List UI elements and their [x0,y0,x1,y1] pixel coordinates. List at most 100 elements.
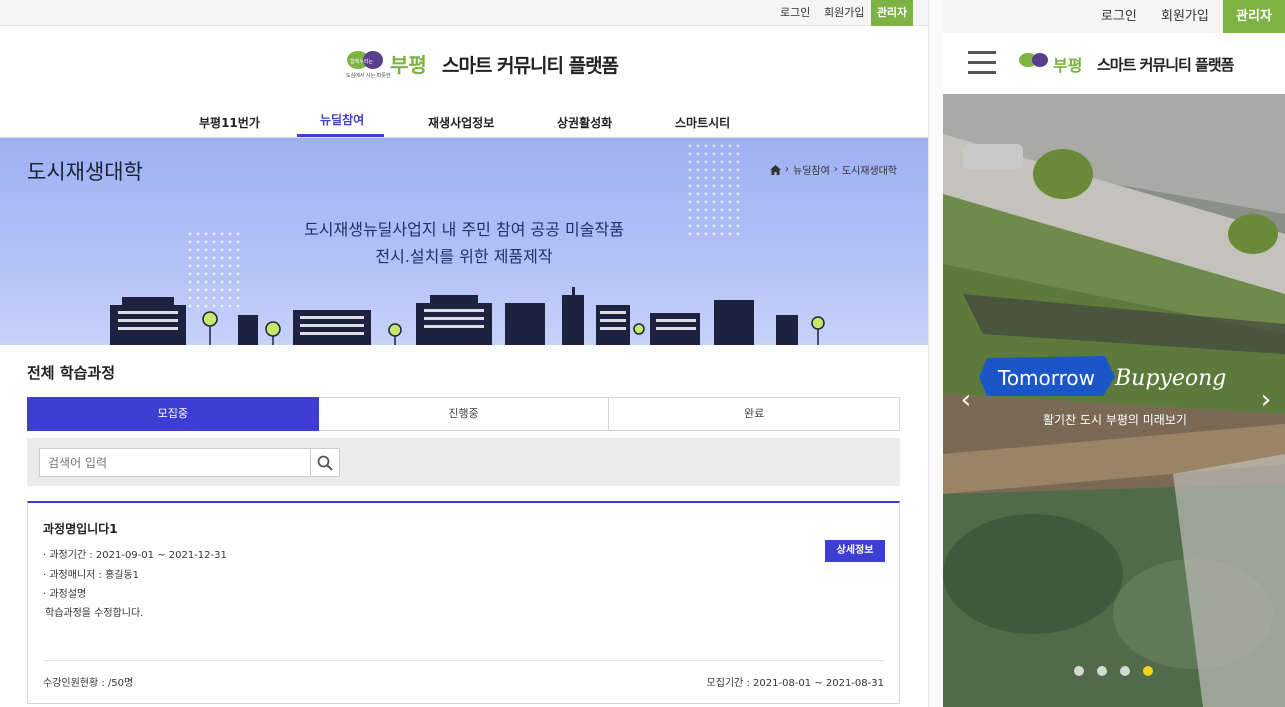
tab-recruiting[interactable]: 모집중 [27,397,319,431]
decor-dot [188,248,192,252]
decor-dot [212,280,216,284]
tab-in-progress[interactable]: 진행중 [318,397,610,431]
decor-dot [188,264,192,268]
decor-dot [728,160,732,164]
nav-item-commerce[interactable]: 상권활성화 [557,114,612,131]
decor-dot [728,232,732,236]
arrow-right-icon[interactable]: › [1255,387,1277,413]
decor-dot [196,248,200,252]
enrollment-status: 수강인원현황 : /50명 [43,678,134,689]
decor-dot [712,176,716,180]
decor-dot [736,208,740,212]
decor-dot [220,256,224,260]
arrow-left-icon[interactable]: ‹ [955,387,977,413]
search-button[interactable] [310,448,340,477]
decor-dot [212,264,216,268]
decor-dot [236,240,240,244]
decor-dot [220,280,224,284]
decor-dot [688,144,692,148]
decor-dot [688,152,692,156]
decor-dot [720,160,724,164]
slide-pagination [1074,666,1153,676]
course-manager: · 과정매니저 : 홍길동1 [43,570,140,581]
decor-dot [696,144,700,148]
slide-dot[interactable] [1074,666,1084,676]
decor-dot [228,264,232,268]
slide-dot[interactable] [1097,666,1107,676]
hamburger-icon[interactable] [968,51,996,75]
decor-dot [736,168,740,172]
decor-dot [728,192,732,196]
mobile-header: 부평 스마트 커뮤니티 플랫폼 [943,33,1285,94]
decor-dot [696,152,700,156]
site-logo[interactable]: 함께누리는 도심에서 사는 따뜻한 부평 스마트 커뮤니티 플랫폼 [344,46,619,82]
breadcrumb-item[interactable]: 뉴딜참여 [793,162,830,177]
decor-dot [204,280,208,284]
decor-dot [728,208,732,212]
mobile-view: 로그인 회원가입 관리자 부평 스마트 커뮤니티 플랫폼 Tomorrow Bu… [943,0,1285,707]
search-input[interactable] [39,448,311,477]
course-status-tabs: 모집중 진행중 완료 [27,397,901,431]
logo-icon: 함께누리는 도심에서 사는 따뜻한 부평 [346,51,427,79]
detail-info-button[interactable]: 상세정보 [825,540,885,562]
decor-dot [704,168,708,172]
decor-dot [720,192,724,196]
mobile-login-link[interactable]: 로그인 [1101,0,1137,33]
home-icon[interactable] [770,164,781,175]
view-divider [928,0,943,707]
login-link[interactable]: 로그인 [780,0,810,26]
nav-item-bupyeong11[interactable]: 부평11번가 [199,114,260,131]
decor-dot [736,216,740,220]
slide-dot-active[interactable] [1143,666,1153,676]
mobile-signup-link[interactable]: 회원가입 [1161,0,1209,33]
tagline-line-1: 도시재생뉴딜사업지 내 주민 참여 공공 미술작품 [304,220,624,239]
signup-link[interactable]: 회원가입 [824,0,864,26]
chevron-right-icon: › [785,164,789,175]
hero-illustration: Tomorrow Bupyeong 활기찬 도시 부평의 미래보기 [943,94,1285,707]
logo-small-text: 함께누리는 [350,58,373,65]
mobile-admin-link[interactable]: 관리자 [1223,0,1285,33]
decor-dot [196,256,200,260]
decor-dot [696,168,700,172]
decor-dot [712,160,716,164]
slide-dot[interactable] [1120,666,1130,676]
decor-dot [688,176,692,180]
hero-slider: Tomorrow Bupyeong 활기찬 도시 부평의 미래보기 ‹ › [943,94,1285,707]
decor-dot [712,144,716,148]
decor-dot [728,168,732,172]
decor-dot [704,232,708,236]
decor-dot [204,240,208,244]
decor-dot [212,240,216,244]
decor-dot [712,192,716,196]
decor-dot [704,152,708,156]
decor-dot [728,176,732,180]
course-name: 과정명입니다1 [43,522,118,536]
tab-completed[interactable]: 완료 [609,397,901,431]
decor-dot [720,232,724,236]
city-skyline-illustration [110,287,825,345]
decor-dot [204,256,208,260]
admin-link[interactable]: 관리자 [871,0,913,26]
page-title: 도시재생대학 [27,160,143,184]
decor-dot [720,144,724,148]
nav-item-newdeal[interactable]: 뉴딜참여 [320,111,364,128]
decor-dot [736,192,740,196]
decor-dot [212,248,216,252]
mobile-site-logo[interactable]: 부평 스마트 커뮤니티 플랫폼 [1017,50,1234,78]
tagline-line-2: 전시.설치를 위한 제품제작 [375,247,553,266]
nav-item-smartcity[interactable]: 스마트시티 [675,114,730,131]
decor-dot [712,224,716,228]
decor-dot [696,176,700,180]
decor-dot [696,192,700,196]
decor-dot [696,224,700,228]
decor-dot [204,264,208,268]
decor-dot [236,256,240,260]
decor-dot [688,192,692,196]
decor-dot [712,232,716,236]
decor-dot [728,184,732,188]
card-divider [43,660,885,661]
nav-item-regeneration-info[interactable]: 재생사업정보 [428,114,494,131]
decor-dot [220,232,224,236]
decor-dot [220,240,224,244]
decor-dot [688,208,692,212]
